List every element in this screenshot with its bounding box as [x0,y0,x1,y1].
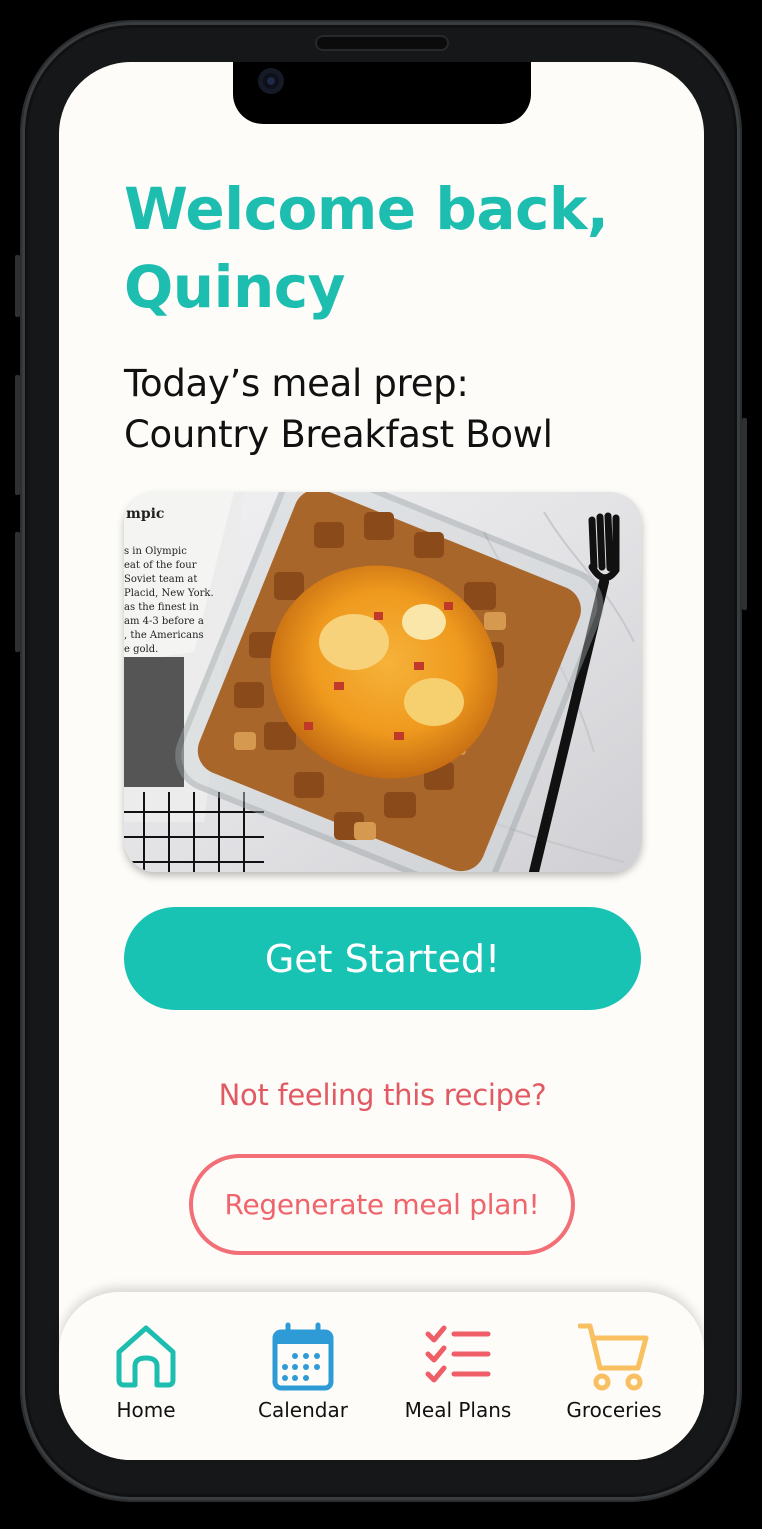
svg-text:Soviet team at: Soviet team at [124,574,197,585]
breakfast-bowl-photo-icon: mpic s in Olympic eat of the four Soviet… [124,492,642,872]
meal-prep-heading: Today’s meal prep: Country Breakfast Bow… [124,358,644,460]
tab-home-label: Home [116,1398,176,1422]
checklist-icon [425,1325,491,1383]
tab-calendar-label: Calendar [258,1398,348,1422]
tab-meal-plans-label: Meal Plans [404,1398,512,1422]
svg-text:Placid, New York.: Placid, New York. [124,588,214,599]
power-button [742,418,747,610]
cart-icon [578,1323,649,1391]
mute-switch [15,255,20,317]
tab-calendar[interactable]: Calendar [228,1322,378,1422]
speaker-grille [317,37,447,49]
tab-groceries[interactable]: Groceries [539,1322,689,1422]
not-feeling-text: Not feeling this recipe? [218,1078,547,1112]
svg-text:am 4-3 before a: am 4-3 before a [124,616,204,627]
meal-prep-label: Today’s meal prep: [124,362,469,405]
volume-up-button [15,375,20,495]
home-icon [116,1325,176,1388]
tab-bar: Home Calendar Meal Plans Groceries [59,1292,704,1460]
meal-photo: mpic s in Olympic eat of the four Soviet… [124,492,642,872]
svg-text:mpic: mpic [126,506,164,522]
get-started-button[interactable]: Get Started! [124,907,641,1010]
svg-text:eat of the four: eat of the four [124,560,197,571]
svg-text:s in Olympic: s in Olympic [124,546,187,557]
front-camera [258,68,284,94]
tab-meal-plans[interactable]: Meal Plans [383,1322,533,1422]
tab-groceries-label: Groceries [566,1398,662,1422]
welcome-heading: Welcome back, Quincy [124,175,609,321]
volume-down-button [15,532,20,652]
svg-text:e gold.: e gold. [124,644,158,655]
regenerate-meal-plan-button[interactable]: Regenerate meal plan! [189,1154,575,1255]
tab-home[interactable]: Home [71,1322,221,1422]
svg-text:as the finest in: as the finest in [124,602,199,613]
meal-name: Country Breakfast Bowl [124,413,553,456]
calendar-icon [272,1322,334,1391]
svg-text:, the Americans: , the Americans [124,630,204,641]
